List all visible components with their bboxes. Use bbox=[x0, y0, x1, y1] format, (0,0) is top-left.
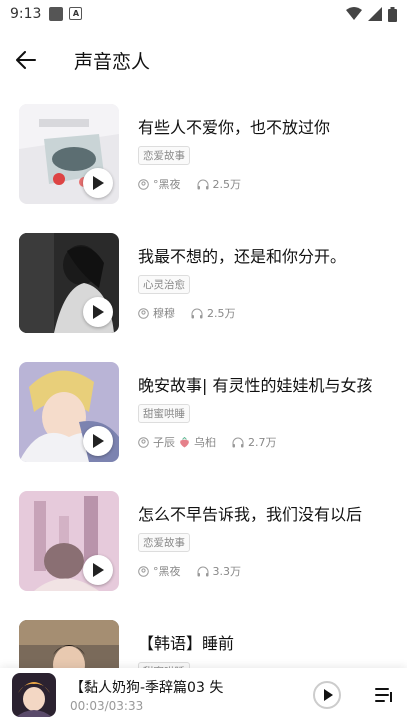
user-icon bbox=[138, 178, 149, 190]
category-tag: 恋爱故事 bbox=[138, 533, 190, 552]
signal-icon bbox=[368, 7, 382, 21]
item-meta: °黑夜 3.3万 bbox=[138, 563, 241, 579]
play-icon bbox=[93, 305, 104, 319]
playlist-icon bbox=[375, 688, 392, 702]
play-count: 3.3万 bbox=[212, 565, 242, 578]
player-cover[interactable] bbox=[12, 673, 56, 717]
author-name: °黑夜 bbox=[153, 178, 181, 191]
arrow-left-icon bbox=[16, 51, 36, 69]
story-list: 有些人不爱你，也不放过你 恋爱故事 °黑夜 2.5万 我最不想的，还是和你分开。… bbox=[0, 102, 407, 723]
author-name: 穆穆 bbox=[153, 307, 175, 320]
user-icon bbox=[138, 436, 149, 448]
mini-player[interactable]: 【黏人奶狗-季辞篇03 失 00:03/03:33 bbox=[0, 668, 407, 723]
battery-icon bbox=[388, 6, 397, 22]
list-item[interactable]: 我最不想的，还是和你分开。 心灵治愈 穆穆 2.5万 bbox=[0, 231, 407, 360]
status-bar: 9:13 A bbox=[0, 0, 407, 28]
play-icon bbox=[93, 176, 104, 190]
item-meta: 穆穆 2.5万 bbox=[138, 305, 236, 321]
user-icon bbox=[138, 307, 149, 319]
player-time: 00:03/03:33 bbox=[70, 699, 144, 713]
playlist-button[interactable] bbox=[372, 682, 398, 708]
player-play-button[interactable] bbox=[312, 680, 342, 710]
author-name: 子辰 bbox=[153, 436, 175, 449]
page-title: 声音恋人 bbox=[74, 50, 151, 73]
cover-image bbox=[19, 233, 119, 333]
notification-icon bbox=[49, 7, 64, 21]
play-button[interactable] bbox=[83, 426, 113, 456]
headphones-icon bbox=[232, 437, 244, 447]
play-count: 2.5万 bbox=[207, 307, 236, 320]
play-button[interactable] bbox=[83, 555, 113, 585]
back-button[interactable] bbox=[6, 40, 46, 80]
play-button[interactable] bbox=[83, 297, 113, 327]
app-header: 声音恋人 bbox=[0, 40, 407, 80]
item-title: 有些人不爱你，也不放过你 bbox=[138, 118, 331, 137]
list-item[interactable]: 有些人不爱你，也不放过你 恋爱故事 °黑夜 2.5万 bbox=[0, 102, 407, 231]
play-icon bbox=[93, 434, 104, 448]
player-title: 【黏人奶狗-季辞篇03 失 bbox=[70, 680, 224, 696]
wifi-icon bbox=[346, 7, 362, 20]
item-meta: °黑夜 2.5万 bbox=[138, 176, 241, 192]
user-icon bbox=[138, 565, 149, 577]
headphones-icon bbox=[197, 179, 208, 189]
item-title: 晚安故事| 有灵性的娃娃机与女孩 bbox=[138, 376, 373, 395]
play-count: 2.5万 bbox=[212, 178, 242, 191]
list-item[interactable]: 怎么不早告诉我，我们没有以后 恋爱故事 °黑夜 3.3万 bbox=[0, 489, 407, 618]
status-time: 9:13 bbox=[10, 6, 42, 22]
category-tag: 甜蜜哄睡 bbox=[138, 404, 190, 423]
cover-image bbox=[19, 104, 119, 204]
play-count: 2.7万 bbox=[248, 436, 277, 449]
headphones-icon bbox=[197, 566, 208, 576]
strawberry-icon bbox=[180, 436, 189, 447]
play-button[interactable] bbox=[83, 168, 113, 198]
cover-image bbox=[19, 362, 119, 462]
item-title: 怎么不早告诉我，我们没有以后 bbox=[138, 505, 363, 524]
category-tag: 心灵治愈 bbox=[138, 275, 190, 294]
item-meta: 子辰 乌桕 2.7万 bbox=[138, 434, 277, 450]
category-tag: 恋爱故事 bbox=[138, 146, 190, 165]
play-icon bbox=[93, 563, 104, 577]
item-title: 【韩语】睡前 bbox=[138, 634, 235, 653]
a-icon: A bbox=[69, 7, 83, 20]
item-title: 我最不想的，还是和你分开。 bbox=[138, 247, 347, 266]
headphones-icon bbox=[191, 308, 203, 318]
author-name: °黑夜 bbox=[153, 565, 181, 578]
author-name-2: 乌桕 bbox=[194, 436, 216, 449]
play-circle-icon bbox=[313, 681, 341, 709]
list-item[interactable]: 晚安故事| 有灵性的娃娃机与女孩 甜蜜哄睡 子辰 乌桕 2.7万 bbox=[0, 360, 407, 489]
cover-image bbox=[19, 491, 119, 591]
